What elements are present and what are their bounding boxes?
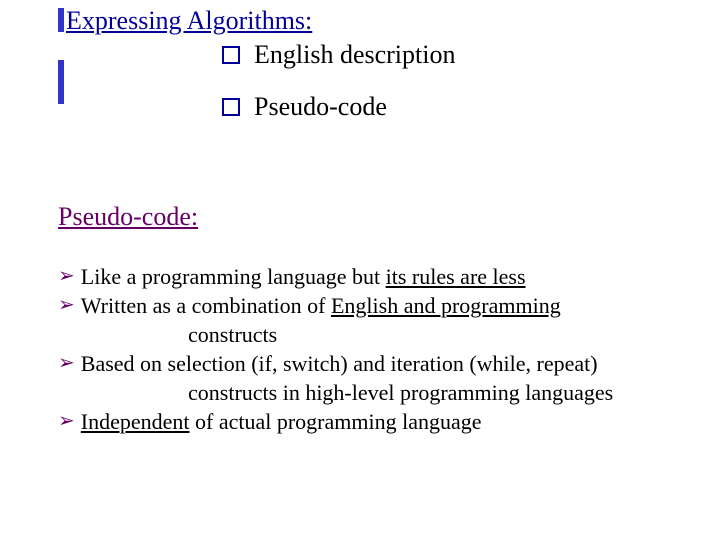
arrow-icon: ➢: [58, 349, 75, 378]
arrow-icon: ➢: [58, 291, 75, 320]
square-bullet-icon: [222, 98, 240, 116]
list-item-label: Pseudo-code: [254, 92, 387, 122]
list-item-label: English description: [254, 40, 455, 70]
arrow-icon: ➢: [58, 262, 75, 291]
square-bullet-list: English description Pseudo-code: [222, 40, 455, 144]
list-item: ➢ Based on selection (if, switch) and it…: [58, 349, 684, 378]
slide: Expressing Algorithms: English descripti…: [0, 0, 720, 540]
arrow-bullet-list: ➢ Like a programming language but its ru…: [58, 262, 684, 436]
section-subheading: Pseudo-code:: [58, 202, 198, 232]
list-item-text: Independent of actual programming langua…: [81, 407, 684, 436]
text-fragment: Written as a combination of: [81, 293, 331, 318]
list-item-continuation: constructs: [188, 320, 684, 349]
text-fragment: of actual programming language: [190, 409, 482, 434]
underlined-text: English and programming: [331, 293, 561, 318]
list-item-text: Written as a combination of English and …: [81, 291, 684, 320]
list-item-text: Based on selection (if, switch) and iter…: [81, 349, 684, 378]
list-item-text: Like a programming language but its rule…: [81, 262, 684, 291]
square-bullet-icon: [222, 46, 240, 64]
list-item: ➢ Written as a combination of English an…: [58, 291, 684, 320]
accent-bar-mid: [58, 60, 64, 104]
list-item: English description: [222, 40, 455, 70]
underlined-text: its rules are less: [386, 264, 526, 289]
arrow-icon: ➢: [58, 407, 75, 436]
slide-title: Expressing Algorithms:: [66, 6, 312, 36]
list-item: ➢ Like a programming language but its ru…: [58, 262, 684, 291]
list-item-continuation: constructs in high-level programming lan…: [188, 378, 684, 407]
underlined-text: Independent: [81, 409, 190, 434]
accent-bar-top: [58, 8, 64, 32]
text-fragment: Like a programming language but: [81, 264, 386, 289]
list-item: Pseudo-code: [222, 92, 455, 122]
list-item: ➢ Independent of actual programming lang…: [58, 407, 684, 436]
